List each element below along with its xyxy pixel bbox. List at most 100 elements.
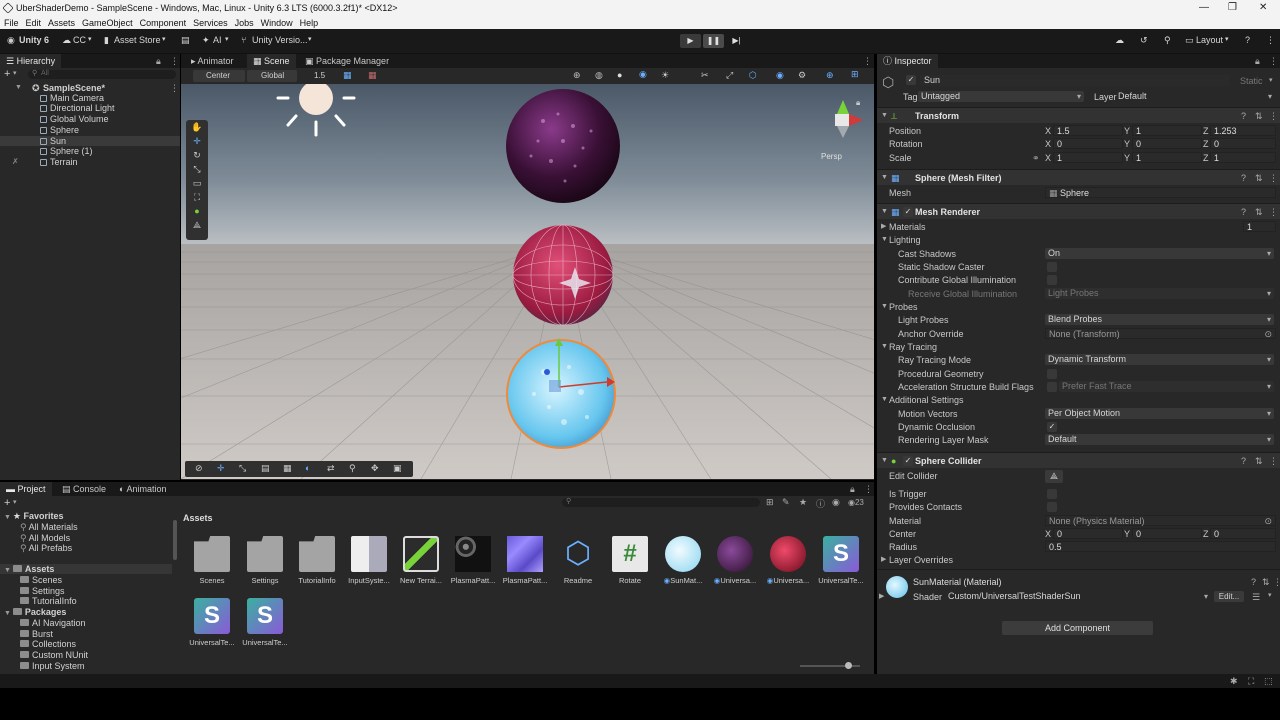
- preset-icon[interactable]: ⇅: [1255, 108, 1263, 124]
- tree-scrollbar[interactable]: [173, 520, 177, 560]
- static-shadow-caster-checkbox[interactable]: [1047, 262, 1057, 272]
- hierarchy-item-terrain[interactable]: ✗ Terrain: [0, 157, 180, 167]
- grid-icon[interactable]: ▦: [343, 70, 352, 81]
- hierarchy-search-input[interactable]: ⚲ All: [28, 70, 176, 79]
- tab-package-manager[interactable]: ▣ Package Manager: [299, 54, 395, 68]
- hierarchy-item-sphere-1[interactable]: Sphere (1): [0, 146, 180, 156]
- receive-gi-dropdown[interactable]: Light Probes: [1045, 288, 1274, 299]
- procedural-geometry-checkbox[interactable]: [1047, 369, 1057, 379]
- sphere-sun[interactable]: [499, 332, 623, 456]
- asset-folder-scenes[interactable]: Scenes: [187, 536, 237, 585]
- lock-icon[interactable]: 🔒︎: [856, 98, 860, 108]
- folder-tutorialinfo[interactable]: TutorialInfo: [20, 596, 77, 606]
- static-label[interactable]: Static: [1240, 76, 1263, 86]
- assets-root-row[interactable]: ▼ Assets: [0, 564, 172, 574]
- rotation-y-field[interactable]: 0: [1132, 138, 1202, 149]
- rendering-layer-mask-dropdown[interactable]: Default: [1045, 434, 1274, 445]
- minimize-icon[interactable]: —: [1199, 2, 1209, 13]
- ray-tracing-row[interactable]: ▼ Ray Tracing: [877, 341, 1280, 353]
- expand-arrow-icon[interactable]: ▶: [879, 592, 884, 600]
- hierarchy-item-directional-light[interactable]: Directional Light: [0, 103, 180, 113]
- breadcrumb[interactable]: Assets: [183, 513, 213, 523]
- menu-edit[interactable]: Edit: [26, 18, 42, 28]
- collider-material-field[interactable]: None (Physics Material) ⊙: [1045, 515, 1276, 526]
- directional-light-gizmo-icon[interactable]: [276, 84, 356, 144]
- filter-label-icon[interactable]: ✎: [782, 497, 790, 508]
- more-icon[interactable]: ⋮: [170, 56, 179, 67]
- transform-tool-icon[interactable]: ⛶: [186, 190, 208, 204]
- sphere-collider-enabled-checkbox[interactable]: ✓: [903, 456, 913, 466]
- is-trigger-checkbox[interactable]: [1047, 489, 1057, 499]
- preset-icon[interactable]: ⇅: [1262, 577, 1270, 588]
- asset-universal-purple[interactable]: ◉Universa...: [710, 536, 760, 585]
- favorite-all-models[interactable]: ⚲ All Models: [20, 533, 70, 543]
- tab-console[interactable]: ▤ Console: [56, 482, 112, 496]
- shader-edit-button[interactable]: Edit...: [1214, 591, 1244, 602]
- position-z-field[interactable]: 1.253: [1210, 125, 1276, 136]
- project-search-input[interactable]: ⚲: [562, 498, 760, 507]
- lock-icon[interactable]: 🔒︎: [156, 56, 161, 67]
- snap-grid-icon[interactable]: ▦: [368, 70, 377, 81]
- help-icon[interactable]: ?: [1245, 35, 1250, 45]
- rect-tool-icon[interactable]: ▭: [186, 176, 208, 190]
- shading-wire-icon[interactable]: ◍: [595, 70, 603, 81]
- asset-store-button[interactable]: Asset Store: [114, 35, 161, 45]
- more-icon[interactable]: ⋮: [170, 83, 179, 93]
- shader-dropdown[interactable]: Custom/UniversalTestShaderSun: [945, 591, 1211, 602]
- search-icon[interactable]: ⚲: [1164, 35, 1171, 46]
- filter-type-icon[interactable]: ⊞: [766, 497, 774, 508]
- motion-vectors-dropdown[interactable]: Per Object Motion: [1045, 408, 1274, 419]
- help-icon[interactable]: ?: [1241, 204, 1246, 220]
- gizmo-toggle-icon[interactable]: ⊞: [851, 69, 859, 80]
- package-input-system[interactable]: Input System: [20, 661, 85, 671]
- lock-icon[interactable]: 🔒︎: [1255, 56, 1260, 67]
- overlay-tool-3-icon[interactable]: ⤡: [239, 463, 246, 474]
- play-button[interactable]: ▶: [680, 34, 701, 48]
- center-z-field[interactable]: 0: [1210, 528, 1276, 539]
- asset-new-terrain[interactable]: New Terrai...: [396, 536, 446, 585]
- help-icon[interactable]: ?: [1251, 577, 1256, 587]
- overlay-tool-4-icon[interactable]: ▤: [261, 463, 270, 474]
- hierarchy-item-sphere[interactable]: Sphere: [0, 125, 180, 135]
- scale-x-field[interactable]: 1: [1053, 152, 1123, 163]
- asset-sunmaterial[interactable]: ◉SunMat...: [658, 536, 708, 585]
- overlay-tool-2-icon[interactable]: ✛: [217, 463, 225, 474]
- gizmos-icon[interactable]: ⊕: [826, 70, 834, 81]
- transform-header[interactable]: ▼ ⟂ Transform ? ⇅ ⋮: [877, 107, 1280, 123]
- step-button[interactable]: ▶|: [726, 34, 747, 48]
- menu-window[interactable]: Window: [261, 18, 293, 28]
- contribute-gi-checkbox[interactable]: [1047, 275, 1057, 285]
- radius-field[interactable]: 0.5: [1045, 541, 1276, 552]
- more-icon[interactable]: ⋮: [1269, 108, 1278, 124]
- camera-icon[interactable]: ⬡: [749, 70, 757, 81]
- more-icon[interactable]: ⋮: [864, 484, 873, 495]
- mesh-renderer-header[interactable]: ▼ ▦ ✓ Mesh Renderer ? ⇅ ⋮: [877, 203, 1280, 219]
- layer-dropdown[interactable]: Default: [1115, 91, 1275, 102]
- help-icon[interactable]: ?: [1241, 170, 1246, 186]
- more-icon[interactable]: ⋮: [1269, 453, 1278, 469]
- add-icon[interactable]: +: [4, 68, 10, 80]
- debug-icon[interactable]: ✱: [1230, 676, 1238, 687]
- accel-flags-dropdown[interactable]: Prefer Fast Trace: [1059, 381, 1274, 392]
- position-x-field[interactable]: 1.5: [1053, 125, 1123, 136]
- asset-rotate[interactable]: # Rotate: [605, 536, 655, 585]
- materials-count-field[interactable]: 1: [1243, 221, 1276, 232]
- scene-root-row[interactable]: ▼ ✪ SampleScene* ⋮: [0, 83, 180, 93]
- overlay-tool-10-icon[interactable]: ▣: [393, 463, 402, 474]
- rotation-x-field[interactable]: 0: [1053, 138, 1123, 149]
- package-collections[interactable]: Collections: [20, 639, 76, 649]
- more-icon[interactable]: ⋮: [863, 56, 872, 67]
- asset-plasma-dark[interactable]: PlasmaPatt...: [448, 536, 498, 585]
- position-y-field[interactable]: 1: [1132, 125, 1202, 136]
- more-icon[interactable]: ⋮: [1269, 170, 1278, 186]
- collider-tool-icon[interactable]: ⟁: [186, 218, 208, 232]
- menu-jobs[interactable]: Jobs: [235, 18, 254, 28]
- asset-readme[interactable]: ⬡ Readme: [553, 536, 603, 585]
- more-icon[interactable]: ⋮: [1273, 577, 1280, 588]
- object-name-field[interactable]: Sun: [920, 75, 1230, 86]
- version-control-button[interactable]: Unity Versio...: [252, 35, 308, 45]
- object-picker-icon[interactable]: ⊙: [1264, 516, 1272, 526]
- preset-icon[interactable]: ⇅: [1255, 170, 1263, 186]
- edit-collider-button[interactable]: ⟁: [1045, 470, 1063, 483]
- visibility-icon[interactable]: ◉: [832, 497, 840, 508]
